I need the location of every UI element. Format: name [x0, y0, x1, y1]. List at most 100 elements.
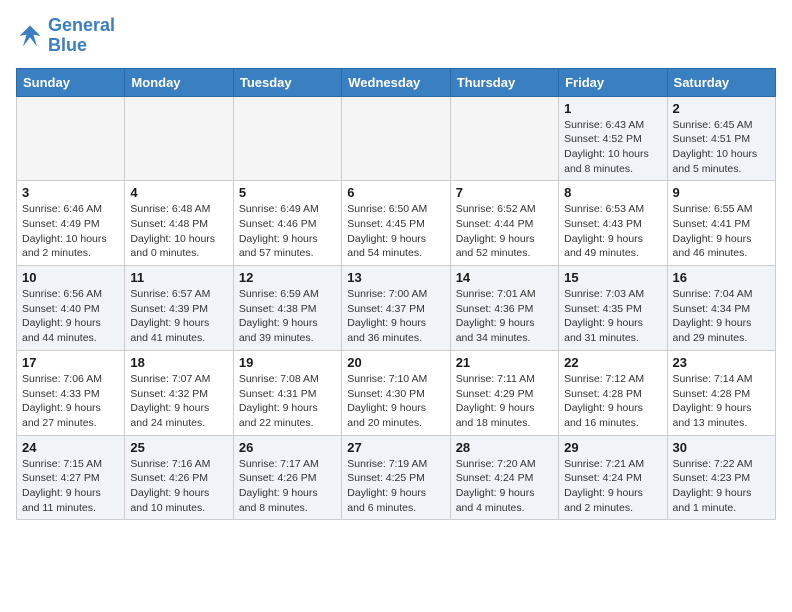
day-info: Sunrise: 7:03 AM Sunset: 4:35 PM Dayligh…	[564, 287, 661, 346]
day-info: Sunrise: 6:46 AM Sunset: 4:49 PM Dayligh…	[22, 202, 119, 261]
calendar-cell: 9 Sunrise: 6:55 AM Sunset: 4:41 PM Daylig…	[667, 181, 775, 266]
day-number: 5	[239, 185, 336, 200]
weekday-header-thursday: Thursday	[450, 68, 558, 96]
day-info: Sunrise: 6:45 AM Sunset: 4:51 PM Dayligh…	[673, 118, 770, 177]
day-info: Sunrise: 7:16 AM Sunset: 4:26 PM Dayligh…	[130, 457, 227, 516]
calendar-cell: 10 Sunrise: 6:56 AM Sunset: 4:40 PM Dayli…	[17, 266, 125, 351]
day-info: Sunrise: 6:50 AM Sunset: 4:45 PM Dayligh…	[347, 202, 444, 261]
day-number: 3	[22, 185, 119, 200]
day-number: 1	[564, 101, 661, 116]
day-info: Sunrise: 7:07 AM Sunset: 4:32 PM Dayligh…	[130, 372, 227, 431]
day-number: 16	[673, 270, 770, 285]
day-number: 21	[456, 355, 553, 370]
day-info: Sunrise: 7:12 AM Sunset: 4:28 PM Dayligh…	[564, 372, 661, 431]
calendar-cell: 5 Sunrise: 6:49 AM Sunset: 4:46 PM Daylig…	[233, 181, 341, 266]
calendar-cell	[233, 96, 341, 181]
calendar-cell: 14 Sunrise: 7:01 AM Sunset: 4:36 PM Dayli…	[450, 266, 558, 351]
day-number: 9	[673, 185, 770, 200]
calendar-cell	[450, 96, 558, 181]
day-number: 26	[239, 440, 336, 455]
calendar-cell: 11 Sunrise: 6:57 AM Sunset: 4:39 PM Dayli…	[125, 266, 233, 351]
day-number: 7	[456, 185, 553, 200]
day-info: Sunrise: 7:14 AM Sunset: 4:28 PM Dayligh…	[673, 372, 770, 431]
calendar-cell: 24 Sunrise: 7:15 AM Sunset: 4:27 PM Dayli…	[17, 435, 125, 520]
calendar-cell: 13 Sunrise: 7:00 AM Sunset: 4:37 PM Dayli…	[342, 266, 450, 351]
calendar-cell: 8 Sunrise: 6:53 AM Sunset: 4:43 PM Daylig…	[559, 181, 667, 266]
calendar-cell: 1 Sunrise: 6:43 AM Sunset: 4:52 PM Daylig…	[559, 96, 667, 181]
day-info: Sunrise: 7:00 AM Sunset: 4:37 PM Dayligh…	[347, 287, 444, 346]
calendar-cell: 25 Sunrise: 7:16 AM Sunset: 4:26 PM Dayli…	[125, 435, 233, 520]
day-info: Sunrise: 6:52 AM Sunset: 4:44 PM Dayligh…	[456, 202, 553, 261]
weekday-header-saturday: Saturday	[667, 68, 775, 96]
day-number: 27	[347, 440, 444, 455]
calendar-cell: 2 Sunrise: 6:45 AM Sunset: 4:51 PM Daylig…	[667, 96, 775, 181]
weekday-header-sunday: Sunday	[17, 68, 125, 96]
day-info: Sunrise: 7:11 AM Sunset: 4:29 PM Dayligh…	[456, 372, 553, 431]
day-info: Sunrise: 6:59 AM Sunset: 4:38 PM Dayligh…	[239, 287, 336, 346]
day-number: 2	[673, 101, 770, 116]
day-info: Sunrise: 7:22 AM Sunset: 4:23 PM Dayligh…	[673, 457, 770, 516]
day-info: Sunrise: 6:49 AM Sunset: 4:46 PM Dayligh…	[239, 202, 336, 261]
day-number: 24	[22, 440, 119, 455]
calendar-cell: 6 Sunrise: 6:50 AM Sunset: 4:45 PM Daylig…	[342, 181, 450, 266]
day-number: 13	[347, 270, 444, 285]
day-info: Sunrise: 7:21 AM Sunset: 4:24 PM Dayligh…	[564, 457, 661, 516]
calendar-cell: 27 Sunrise: 7:19 AM Sunset: 4:25 PM Dayli…	[342, 435, 450, 520]
day-info: Sunrise: 6:48 AM Sunset: 4:48 PM Dayligh…	[130, 202, 227, 261]
calendar-cell: 28 Sunrise: 7:20 AM Sunset: 4:24 PM Dayli…	[450, 435, 558, 520]
day-info: Sunrise: 6:57 AM Sunset: 4:39 PM Dayligh…	[130, 287, 227, 346]
day-number: 15	[564, 270, 661, 285]
day-info: Sunrise: 7:10 AM Sunset: 4:30 PM Dayligh…	[347, 372, 444, 431]
calendar-cell	[125, 96, 233, 181]
day-info: Sunrise: 6:43 AM Sunset: 4:52 PM Dayligh…	[564, 118, 661, 177]
day-info: Sunrise: 7:15 AM Sunset: 4:27 PM Dayligh…	[22, 457, 119, 516]
calendar-cell: 19Sunrise: 7:08 AM Sunset: 4:31 PM Dayli…	[233, 350, 341, 435]
day-info: Sunrise: 7:06 AM Sunset: 4:33 PM Dayligh…	[22, 372, 119, 431]
calendar-cell: 22 Sunrise: 7:12 AM Sunset: 4:28 PM Dayli…	[559, 350, 667, 435]
day-info: Sunrise: 7:04 AM Sunset: 4:34 PM Dayligh…	[673, 287, 770, 346]
calendar-cell: 30 Sunrise: 7:22 AM Sunset: 4:23 PM Dayli…	[667, 435, 775, 520]
day-number: 28	[456, 440, 553, 455]
day-info: Sunrise: 6:53 AM Sunset: 4:43 PM Dayligh…	[564, 202, 661, 261]
calendar-cell: 3 Sunrise: 6:46 AM Sunset: 4:49 PM Daylig…	[17, 181, 125, 266]
calendar-cell: 21 Sunrise: 7:11 AM Sunset: 4:29 PM Dayli…	[450, 350, 558, 435]
day-number: 12	[239, 270, 336, 285]
day-info: Sunrise: 7:19 AM Sunset: 4:25 PM Dayligh…	[347, 457, 444, 516]
day-number: 22	[564, 355, 661, 370]
day-number: 25	[130, 440, 227, 455]
day-info: Sunrise: 6:56 AM Sunset: 4:40 PM Dayligh…	[22, 287, 119, 346]
day-number: 20	[347, 355, 444, 370]
logo: General Blue	[16, 16, 115, 56]
calendar-cell: 7 Sunrise: 6:52 AM Sunset: 4:44 PM Daylig…	[450, 181, 558, 266]
day-number: 30	[673, 440, 770, 455]
calendar-cell: 4 Sunrise: 6:48 AM Sunset: 4:48 PM Daylig…	[125, 181, 233, 266]
calendar-cell	[342, 96, 450, 181]
weekday-header-tuesday: Tuesday	[233, 68, 341, 96]
calendar-cell: 12 Sunrise: 6:59 AM Sunset: 4:38 PM Dayli…	[233, 266, 341, 351]
day-info: Sunrise: 6:55 AM Sunset: 4:41 PM Dayligh…	[673, 202, 770, 261]
logo-icon	[16, 22, 44, 50]
day-number: 11	[130, 270, 227, 285]
day-info: Sunrise: 7:17 AM Sunset: 4:26 PM Dayligh…	[239, 457, 336, 516]
day-number: 14	[456, 270, 553, 285]
calendar-cell: 23 Sunrise: 7:14 AM Sunset: 4:28 PM Dayli…	[667, 350, 775, 435]
weekday-header-wednesday: Wednesday	[342, 68, 450, 96]
calendar-cell: 16 Sunrise: 7:04 AM Sunset: 4:34 PM Dayli…	[667, 266, 775, 351]
day-number: 29	[564, 440, 661, 455]
calendar-cell: 26 Sunrise: 7:17 AM Sunset: 4:26 PM Dayli…	[233, 435, 341, 520]
day-number: 6	[347, 185, 444, 200]
day-number: 4	[130, 185, 227, 200]
day-number: 17	[22, 355, 119, 370]
day-number: 10	[22, 270, 119, 285]
calendar-cell: 20 Sunrise: 7:10 AM Sunset: 4:30 PM Dayli…	[342, 350, 450, 435]
weekday-header-friday: Friday	[559, 68, 667, 96]
calendar-cell: 18Sunrise: 7:07 AM Sunset: 4:32 PM Dayli…	[125, 350, 233, 435]
day-number: 23	[673, 355, 770, 370]
calendar-cell: 29 Sunrise: 7:21 AM Sunset: 4:24 PM Dayli…	[559, 435, 667, 520]
day-info: Sunrise: 7:01 AM Sunset: 4:36 PM Dayligh…	[456, 287, 553, 346]
page-header: General Blue	[16, 16, 776, 56]
day-number: 8	[564, 185, 661, 200]
weekday-header-monday: Monday	[125, 68, 233, 96]
day-info: Sunrise: 7:20 AM Sunset: 4:24 PM Dayligh…	[456, 457, 553, 516]
calendar-table: SundayMondayTuesdayWednesdayThursdayFrid…	[16, 68, 776, 521]
